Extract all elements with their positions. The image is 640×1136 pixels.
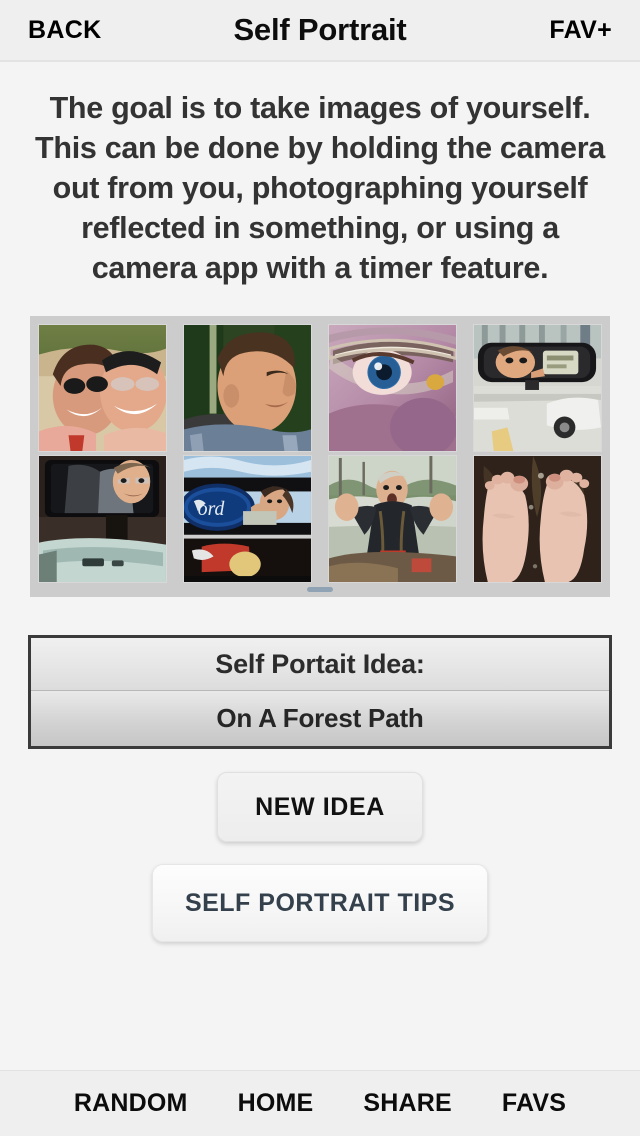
gallery-thumbnail[interactable] (473, 324, 602, 452)
man-profile-outdoors-icon (184, 325, 311, 451)
tab-random[interactable]: RANDOM (70, 1081, 192, 1126)
gallery-scroll-indicator[interactable] (307, 587, 333, 592)
back-button[interactable]: BACK (26, 12, 103, 49)
gallery-thumbnail[interactable] (328, 455, 457, 583)
gallery-thumbnail[interactable] (183, 324, 312, 452)
tab-home[interactable]: HOME (234, 1081, 318, 1126)
navigation-bar: BACK Self Portrait FAV+ (0, 0, 640, 62)
idea-panel: Self Portait Idea: On A Forest Path (28, 635, 612, 749)
rearview-mirror-reflection-icon (474, 325, 601, 451)
idea-label: Self Portait Idea: (31, 638, 609, 691)
app-screen: BACK Self Portrait FAV+ The goal is to t… (0, 0, 640, 1136)
photo-gallery[interactable]: ord (30, 316, 610, 597)
tab-share[interactable]: SHARE (359, 1081, 456, 1126)
gallery-row (38, 324, 602, 452)
add-favorite-button[interactable]: FAV+ (547, 12, 614, 49)
gallery-thumbnail[interactable]: ord (183, 455, 312, 583)
description-text: The goal is to take images of yourself. … (35, 91, 605, 285)
tab-favs[interactable]: FAVS (498, 1081, 570, 1126)
man-hands-raised-on-boat-icon (329, 456, 456, 582)
gallery-thumbnail[interactable] (328, 324, 457, 452)
car-window-reflection-icon (39, 456, 166, 582)
gallery-thumbnail[interactable] (38, 324, 167, 452)
bare-feet-on-ground-icon (474, 456, 601, 582)
gallery-thumbnail[interactable] (38, 455, 167, 583)
action-buttons: NEW IDEA SELF PORTRAIT TIPS (0, 772, 640, 942)
gallery-row: ord (38, 455, 602, 583)
tab-bar: RANDOM HOME SHARE FAVS (0, 1070, 640, 1136)
new-idea-button[interactable]: NEW IDEA (217, 772, 423, 842)
svg-text:ord: ord (198, 498, 225, 520)
two-people-selfie-icon (39, 325, 166, 451)
eye-behind-glasses-icon (329, 325, 456, 451)
gallery-thumbnail[interactable] (473, 455, 602, 583)
idea-value: On A Forest Path (31, 691, 609, 746)
self-portrait-tips-button[interactable]: SELF PORTRAIT TIPS (152, 864, 488, 942)
ford-grille-reflection-icon: ord (184, 456, 311, 582)
